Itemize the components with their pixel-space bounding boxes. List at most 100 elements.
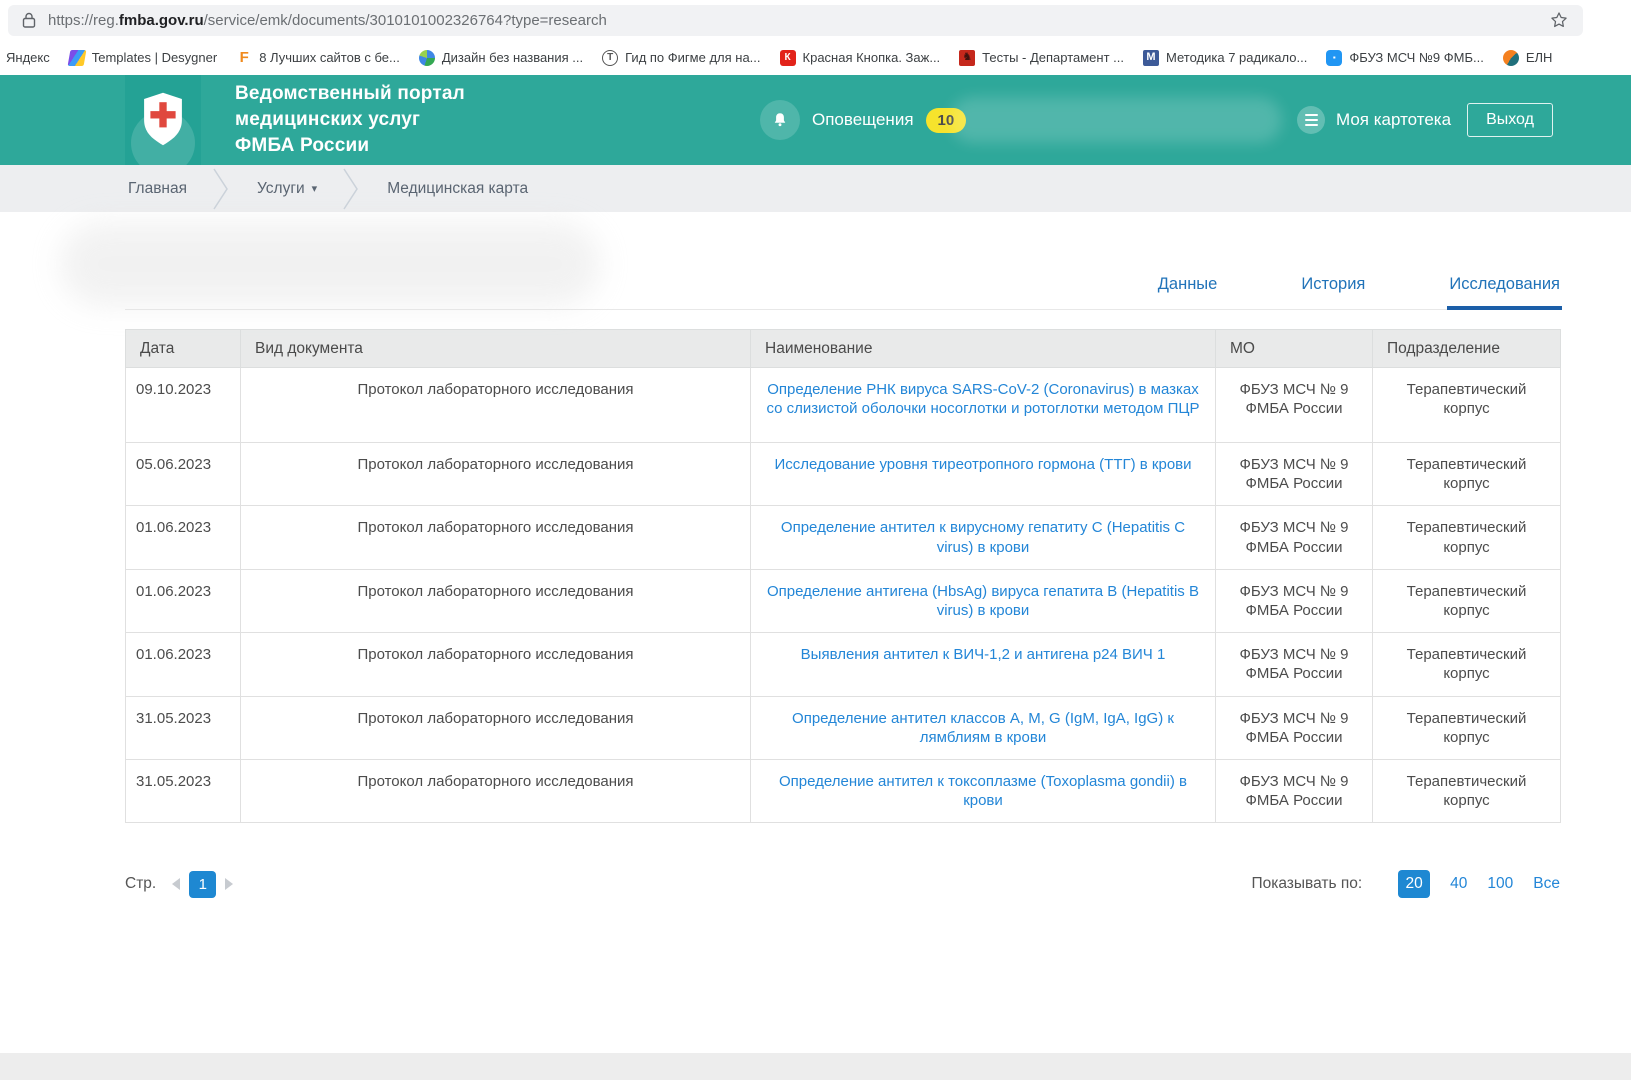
bookmark-label: ЕЛН	[1526, 50, 1553, 65]
bookmark-item[interactable]: ККрасная Кнопка. Заж...	[780, 50, 941, 66]
document-link[interactable]: Выявления антител к ВИЧ-1,2 и антигена p…	[801, 646, 1166, 663]
breadcrumb-item-2[interactable]: Услуги▾	[257, 180, 317, 198]
bookmark-label: Дизайн без названия ...	[442, 50, 583, 65]
table-row: 01.06.2023Протокол лабораторного исследо…	[126, 506, 1561, 569]
menu-icon	[1297, 106, 1325, 134]
tab-research[interactable]: Исследования	[1449, 275, 1560, 309]
cell-mo: ФБУЗ МСЧ № 9 ФМБА России	[1216, 569, 1373, 632]
breadcrumb-item-1[interactable]: Главная	[128, 180, 187, 198]
breadcrumb-item-3[interactable]: Медицинская карта	[387, 180, 528, 198]
cell-mo: ФБУЗ МСЧ № 9 ФМБА России	[1216, 696, 1373, 759]
cell-name: Определение антител к токсоплазме (Toxop…	[751, 759, 1216, 822]
prev-page-arrow[interactable]	[172, 878, 180, 890]
page-size-selector: Показывать по: 2040100Все	[1251, 870, 1560, 898]
chat-bubble-icon: ▪	[1326, 50, 1342, 66]
table-row: 01.06.2023Протокол лабораторного исследо…	[126, 633, 1561, 696]
desygner-icon	[67, 50, 86, 66]
column-header: Подразделение	[1373, 330, 1561, 368]
tab-data[interactable]: Данные	[1158, 275, 1218, 309]
cell-division: Терапевтический корпус	[1373, 759, 1561, 822]
tab-history[interactable]: История	[1301, 275, 1365, 309]
pagination: Стр. 1 Показывать по: 2040100Все	[125, 870, 1560, 898]
notifications-button[interactable]: Оповещения 10	[760, 100, 966, 140]
bookmark-item[interactable]: F8 Лучших сайтов с бе...	[236, 50, 400, 66]
bookmark-item[interactable]: ▪ФБУЗ МСЧ №9 ФМБ...	[1326, 50, 1483, 66]
logout-button[interactable]: Выход	[1467, 103, 1553, 137]
bookmark-label: 8 Лучших сайтов с бе...	[259, 50, 400, 65]
current-page-button[interactable]: 1	[189, 871, 216, 898]
chevron-separator-icon	[211, 168, 233, 210]
app-header: Ведомственный портал медицинских услуг Ф…	[0, 75, 1631, 165]
document-link[interactable]: Определение антител классов A, M, G (IgM…	[792, 710, 1174, 746]
cell-mo: ФБУЗ МСЧ № 9 ФМБА России	[1216, 368, 1373, 443]
documents-table: ДатаВид документаНаименованиеМОПодраздел…	[125, 329, 1561, 823]
page-size-option-Все[interactable]: Все	[1533, 875, 1560, 893]
next-page-arrow[interactable]	[225, 878, 233, 890]
bookmark-item[interactable]: Яндекс	[6, 50, 50, 65]
cell-date: 05.06.2023	[126, 443, 241, 506]
document-link[interactable]: Определение РНК вируса SARS-CoV-2 (Coron…	[767, 381, 1200, 417]
bookmark-item[interactable]: Дизайн без названия ...	[419, 50, 583, 66]
bookmark-star-icon[interactable]	[1549, 10, 1569, 30]
document-link[interactable]: Определение антигена (HbsAg) вируса гепа…	[767, 583, 1199, 619]
cell-division: Терапевтический корпус	[1373, 633, 1561, 696]
document-link[interactable]: Определение антител к вирусному гепатиту…	[781, 519, 1185, 555]
bookmark-item[interactable]: ЕЛН	[1503, 50, 1553, 66]
portal-title: Ведомственный портал медицинских услуг Ф…	[235, 81, 465, 159]
table-header-row: ДатаВид документаНаименованиеМОПодраздел…	[126, 330, 1561, 368]
cell-doc-type: Протокол лабораторного исследования	[241, 506, 751, 569]
cell-division: Терапевтический корпус	[1373, 368, 1561, 443]
cell-division: Терапевтический корпус	[1373, 443, 1561, 506]
cell-doc-type: Протокол лабораторного исследования	[241, 696, 751, 759]
cell-doc-type: Протокол лабораторного исследования	[241, 759, 751, 822]
browser-url-row: https://reg.fmba.gov.ru/service/emk/docu…	[0, 0, 1631, 40]
bookmark-item[interactable]: ТГид по Фигме для на...	[602, 50, 760, 66]
cell-division: Терапевтический корпус	[1373, 569, 1561, 632]
page-size-option-20[interactable]: 20	[1398, 870, 1430, 898]
cell-name: Определение РНК вируса SARS-CoV-2 (Coron…	[751, 368, 1216, 443]
page-size-option-40[interactable]: 40	[1450, 875, 1467, 893]
document-link[interactable]: Исследование уровня тиреотропного гормон…	[774, 456, 1191, 473]
bookmark-label: Методика 7 радикало...	[1166, 50, 1307, 65]
table-body: 09.10.2023Протокол лабораторного исследо…	[126, 368, 1561, 823]
bookmark-item[interactable]: ♞Тесты - Департамент ...	[959, 50, 1124, 66]
round-badge-icon	[1503, 50, 1519, 66]
cell-mo: ФБУЗ МСЧ № 9 ФМБА России	[1216, 443, 1373, 506]
notifications-label: Оповещения	[812, 110, 914, 130]
bookmark-item[interactable]: Templates | Desygner	[69, 50, 218, 66]
my-card-button[interactable]: Моя картотека	[1297, 106, 1451, 134]
page-label: Стр.	[125, 875, 156, 893]
column-header: Наименование	[751, 330, 1216, 368]
cell-date: 01.06.2023	[126, 569, 241, 632]
cell-date: 09.10.2023	[126, 368, 241, 443]
cell-division: Терапевтический корпус	[1373, 506, 1561, 569]
table-row: 31.05.2023Протокол лабораторного исследо…	[126, 696, 1561, 759]
column-header: МО	[1216, 330, 1373, 368]
document-link[interactable]: Определение антител к токсоплазме (Toxop…	[779, 773, 1187, 809]
table-row: 31.05.2023Протокол лабораторного исследо…	[126, 759, 1561, 822]
shield-cross-icon	[142, 91, 184, 147]
address-bar[interactable]: https://reg.fmba.gov.ru/service/emk/docu…	[8, 5, 1583, 36]
page-size-option-100[interactable]: 100	[1487, 875, 1513, 893]
letter-m-icon: M	[1143, 50, 1159, 66]
bookmarks-bar: Яндекс Templates | Desygner F8 Лучших сайт…	[0, 40, 1631, 75]
column-header: Дата	[126, 330, 241, 368]
cell-date: 01.06.2023	[126, 633, 241, 696]
cell-name: Исследование уровня тиреотропного гормон…	[751, 443, 1216, 506]
footer-bar	[0, 1053, 1631, 1080]
url-domain: fmba.gov.ru	[119, 12, 204, 29]
cell-doc-type: Протокол лабораторного исследования	[241, 368, 751, 443]
breadcrumb: Главная Услуги▾ Медицинская карта	[0, 165, 1631, 212]
bell-icon	[760, 100, 800, 140]
url-path: /service/emk/documents/3010101002326764?…	[204, 12, 607, 29]
bookmark-label: Яндекс	[6, 50, 50, 65]
cell-name: Определение антител к вирусному гепатиту…	[751, 506, 1216, 569]
cell-date: 31.05.2023	[126, 696, 241, 759]
cell-name: Определение антител классов A, M, G (IgM…	[751, 696, 1216, 759]
bookmark-item[interactable]: M Методика 7 радикало...	[1143, 50, 1307, 66]
url-prefix: https://reg.	[48, 12, 119, 29]
fmba-logo	[125, 75, 201, 165]
cell-name: Определение антигена (HbsAg) вируса гепа…	[751, 569, 1216, 632]
lock-icon[interactable]	[22, 12, 36, 28]
cell-doc-type: Протокол лабораторного исследования	[241, 633, 751, 696]
